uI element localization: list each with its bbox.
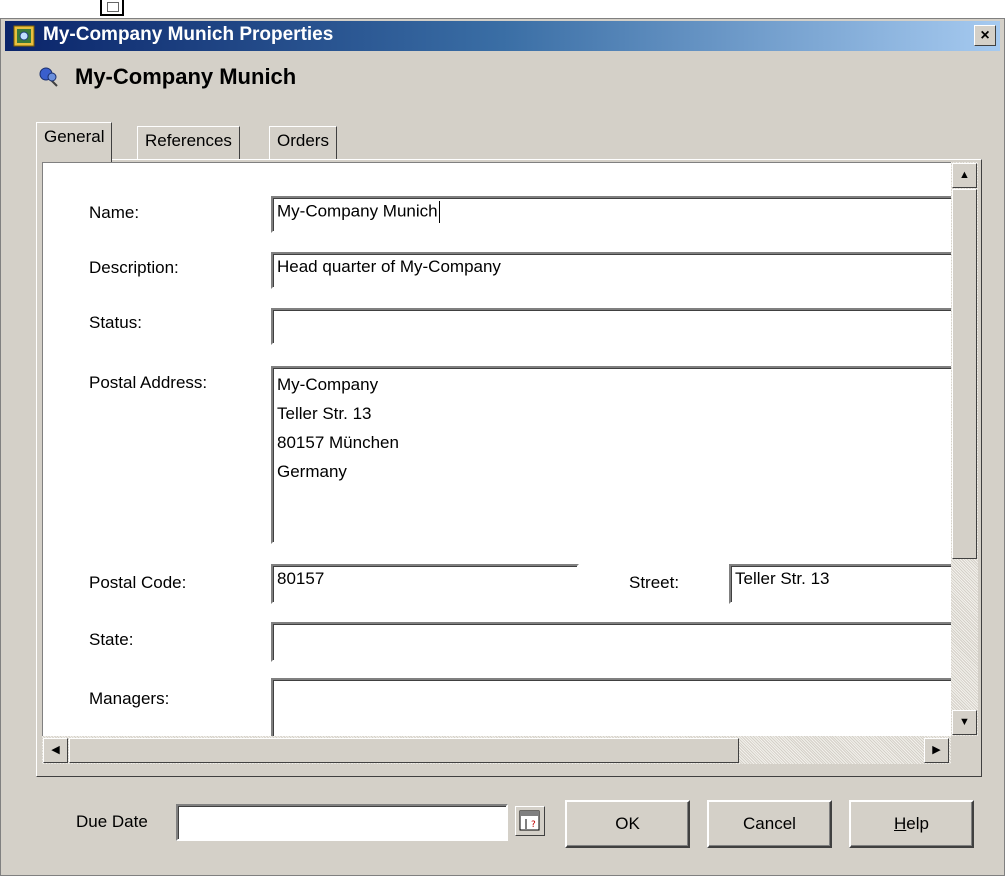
street-value: Teller Str. 13 <box>735 569 830 588</box>
name-label: Name: <box>89 203 140 222</box>
window-thumbnail-icon <box>100 0 124 16</box>
name-input[interactable]: My-Company Munich <box>271 196 951 233</box>
tab-general-label: General <box>44 127 105 146</box>
horizontal-scrollbar[interactable]: ◀ ▶ <box>42 736 951 764</box>
text-caret <box>438 201 440 223</box>
address-line: My-Company <box>277 375 379 394</box>
tab-orders[interactable]: Orders <box>269 126 337 160</box>
address-line: Teller Str. 13 <box>277 404 372 423</box>
status-label: Status: <box>89 313 142 332</box>
help-label: elp <box>906 814 929 833</box>
help-mnemonic: H <box>894 814 907 833</box>
description-value: Head quarter of My-Company <box>277 257 501 276</box>
address-line: Germany <box>277 462 347 481</box>
background-strip <box>0 0 1005 18</box>
due-date-input[interactable] <box>176 804 508 841</box>
name-value: My-Company Munich <box>277 201 438 221</box>
help-button[interactable]: Help <box>849 800 974 848</box>
dialog-title: My-Company Munich Properties <box>43 24 334 45</box>
horizontal-scroll-thumb[interactable] <box>69 738 739 763</box>
postal-address-label: Postal Address: <box>89 373 208 392</box>
title-bar: My-Company Munich Properties × <box>5 21 1000 51</box>
tab-general[interactable]: General <box>36 122 113 162</box>
state-label: State: <box>89 630 134 649</box>
calendar-icon: ? <box>519 810 540 831</box>
tab-references-label: References <box>145 131 232 150</box>
calendar-button[interactable]: ? <box>515 806 545 836</box>
close-icon: × <box>980 27 990 44</box>
properties-form: Name: My-Company Munich Description: Hea… <box>42 162 951 736</box>
scrollbar-corner <box>951 736 978 764</box>
arrow-up-icon: ▲ <box>959 169 970 181</box>
arrow-down-icon: ▼ <box>959 716 970 728</box>
vertical-scroll-thumb[interactable] <box>952 189 977 559</box>
vertical-scrollbar[interactable]: ▲ ▼ <box>951 162 978 736</box>
close-button[interactable]: × <box>974 25 996 46</box>
state-input[interactable] <box>271 622 951 662</box>
description-input[interactable]: Head quarter of My-Company <box>271 252 951 289</box>
tab-references[interactable]: References <box>137 126 240 160</box>
cancel-label: Cancel <box>743 814 796 833</box>
postal-code-label: Postal Code: <box>89 573 187 592</box>
ok-label: OK <box>615 814 640 833</box>
street-input[interactable]: Teller Str. 13 <box>729 564 951 604</box>
scroll-up-button[interactable]: ▲ <box>952 163 977 188</box>
description-label: Description: <box>89 258 179 277</box>
arrow-right-icon: ▶ <box>932 744 941 756</box>
postal-code-value: 80157 <box>277 569 325 588</box>
pushpin-icon <box>39 67 58 87</box>
cancel-button[interactable]: Cancel <box>707 800 832 848</box>
arrow-left-icon: ◀ <box>51 744 60 756</box>
properties-app-icon <box>13 25 35 47</box>
tab-orders-label: Orders <box>277 131 329 150</box>
scroll-left-button[interactable]: ◀ <box>43 738 68 763</box>
managers-input[interactable] <box>271 678 951 736</box>
managers-label: Managers: <box>89 689 170 708</box>
postal-address-textarea[interactable]: My-Company Teller Str. 13 80157 München … <box>271 366 951 544</box>
scroll-down-button[interactable]: ▼ <box>952 710 977 735</box>
status-input[interactable] <box>271 308 951 345</box>
street-label: Street: <box>629 573 680 592</box>
due-date-label: Due Date <box>76 812 148 831</box>
scroll-right-button[interactable]: ▶ <box>924 738 949 763</box>
ok-button[interactable]: OK <box>565 800 690 848</box>
address-line: 80157 München <box>277 433 399 452</box>
postal-code-input[interactable]: 80157 <box>271 564 579 604</box>
object-title: My-Company Munich <box>75 64 297 89</box>
svg-text:?: ? <box>531 820 536 830</box>
